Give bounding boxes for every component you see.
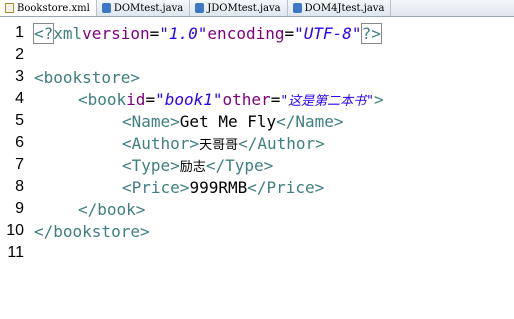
line-number: 11 bbox=[7, 244, 24, 261]
line-number: 4 bbox=[15, 90, 24, 107]
java-file-icon bbox=[292, 3, 302, 13]
attr-value: "1.0" bbox=[159, 23, 208, 43]
xml-decl-name: xml bbox=[53, 23, 83, 43]
tab-label: JDOMtest.java bbox=[207, 2, 281, 14]
java-file-icon bbox=[195, 3, 205, 13]
xml-tag-close: </Name> bbox=[276, 111, 344, 131]
element-text: 999RMB bbox=[189, 177, 248, 197]
line-number: 3 bbox=[15, 68, 24, 85]
xml-tag-open: <Author> bbox=[122, 133, 200, 153]
tab-label: DOMtest.java bbox=[113, 2, 184, 14]
xml-decl-close: ?> bbox=[360, 22, 382, 44]
code-line-6[interactable]: 6 <Author> 天哥哥 </Author> bbox=[0, 132, 514, 154]
attr-name: encoding bbox=[207, 23, 285, 43]
line-number: 8 bbox=[15, 178, 24, 195]
xml-tag: </bookstore> bbox=[34, 221, 150, 241]
line-number: 2 bbox=[15, 46, 24, 63]
tab-label: DOM4Jtest.java bbox=[304, 2, 385, 14]
attr-name: id bbox=[126, 89, 146, 109]
equals: = bbox=[284, 23, 295, 43]
code-text: <book id = "book1" other = "这是第二本书" > bbox=[78, 88, 384, 110]
code-line-2[interactable]: 2 bbox=[0, 44, 514, 66]
xml-tag-close: </Author> bbox=[238, 133, 325, 153]
code-text: </bookstore> bbox=[34, 220, 150, 242]
editor-tab-bar: Bookstore.xml DOMtest.java JDOMtest.java… bbox=[0, 0, 514, 17]
code-line-11[interactable]: 11 bbox=[0, 242, 514, 264]
tab-domtest-java[interactable]: DOMtest.java bbox=[97, 0, 191, 16]
attr-value: "book1" bbox=[155, 89, 223, 109]
xml-tag-open: <book bbox=[78, 89, 127, 109]
attr-name: version bbox=[82, 23, 150, 43]
xml-tag-open: <Price> bbox=[122, 177, 190, 197]
element-text: 励志 bbox=[179, 159, 206, 175]
xml-tag: </book> bbox=[78, 199, 146, 219]
line-number: 1 bbox=[15, 24, 24, 41]
tab-bookstore-xml[interactable]: Bookstore.xml bbox=[0, 0, 97, 16]
line-number: 5 bbox=[15, 112, 24, 129]
equals: = bbox=[270, 89, 281, 109]
code-text: <bookstore> bbox=[34, 66, 140, 88]
code-line-5[interactable]: 5 <Name> Get Me Fly </Name> bbox=[0, 110, 514, 132]
tab-dom4jtest-java[interactable]: DOM4Jtest.java bbox=[288, 0, 392, 16]
attr-value: "这是第二本书" bbox=[280, 93, 374, 109]
xml-tag-close: > bbox=[373, 89, 384, 109]
xml-tag-close: </Price> bbox=[247, 177, 325, 197]
equals: = bbox=[149, 23, 160, 43]
xml-decl-open: <? bbox=[32, 22, 55, 44]
xml-file-icon bbox=[5, 3, 14, 13]
line-number: 6 bbox=[15, 134, 24, 151]
tab-jdomtest-java[interactable]: JDOMtest.java bbox=[190, 0, 288, 16]
code-text: <Type> 励志 </Type> bbox=[122, 154, 273, 176]
code-line-7[interactable]: 7 <Type> 励志 </Type> bbox=[0, 154, 514, 176]
element-text: 天哥哥 bbox=[199, 137, 239, 153]
code-line-9[interactable]: 9 </book> bbox=[0, 198, 514, 220]
code-text: <Name> Get Me Fly </Name> bbox=[122, 110, 344, 132]
code-text: <Author> 天哥哥 </Author> bbox=[122, 132, 325, 154]
attr-value: "UTF-8" bbox=[294, 23, 362, 43]
attr-name: other bbox=[222, 89, 271, 109]
xml-tag-close: </Type> bbox=[205, 155, 274, 175]
tab-label: Bookstore.xml bbox=[17, 2, 90, 14]
line-number: 9 bbox=[15, 200, 24, 217]
xml-tag-open: <Name> bbox=[122, 111, 180, 131]
code-text: </book> bbox=[78, 198, 145, 220]
code-line-10[interactable]: 10 </bookstore> bbox=[0, 220, 514, 242]
element-text: Get Me Fly bbox=[179, 111, 277, 131]
code-text: <Price> 999RMB </Price> bbox=[122, 176, 324, 198]
java-file-icon bbox=[101, 3, 111, 13]
line-number: 10 bbox=[6, 222, 24, 239]
line-number: 7 bbox=[15, 156, 24, 173]
code-line-8[interactable]: 8 <Price> 999RMB </Price> bbox=[0, 176, 514, 198]
xml-tag-open: <Type> bbox=[122, 155, 180, 175]
equals: = bbox=[145, 89, 156, 109]
code-editor[interactable]: 1 <? xml version = "1.0" encoding = "UTF-8" ?>… bbox=[0, 17, 514, 319]
xml-tag: <bookstore> bbox=[34, 67, 140, 87]
code-text: <? xml version = "1.0" encoding = "UTF-8" ?> bbox=[32, 22, 382, 44]
code-line-1[interactable]: 1 <? xml version = "1.0" encoding = "UTF-8" ?> bbox=[0, 22, 514, 44]
code-line-4[interactable]: 4 <book id = "book1" other = "这是第二本书" > bbox=[0, 88, 514, 110]
code-line-3[interactable]: 3 <bookstore> bbox=[0, 66, 514, 88]
